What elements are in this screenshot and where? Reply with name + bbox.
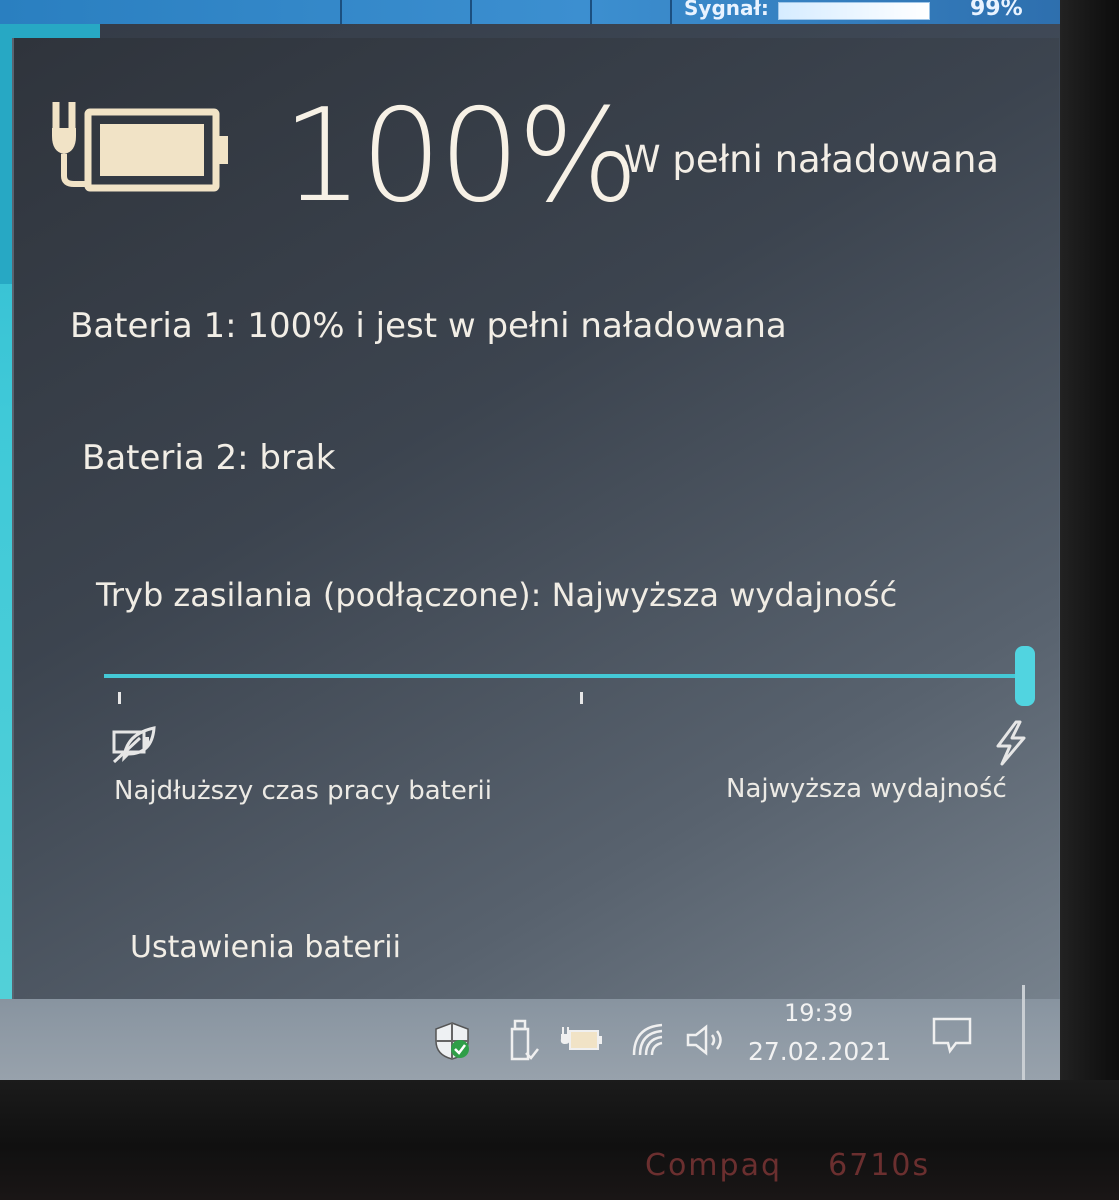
usb-drive-icon[interactable] [506,1019,540,1063]
show-desktop-divider[interactable] [1022,985,1025,1081]
window-cell [470,0,592,24]
power-mode-slider[interactable] [104,646,1039,716]
slider-track[interactable] [104,674,1026,678]
battery-flyout: 100% W pełni naładowana Bateria 1: 100% … [0,24,1062,999]
slider-tick [118,692,121,704]
monitor-bezel-bottom [0,1080,1119,1200]
clock-time[interactable]: 19:39 [784,999,853,1027]
defender-shield-icon[interactable] [432,1021,472,1061]
slider-max-label: Najwyższa wydajność [726,774,1007,804]
taskbar: 19:39 27.02.2021 [0,985,1062,1082]
background-window-strip: Sygnał: 99% [0,0,1062,24]
screen: Sygnał: 99% 100% W pełni naładowana Bate… [0,0,1062,1082]
window-cell [590,0,672,24]
action-center-icon[interactable] [930,1015,974,1055]
signal-percent: 99% [970,0,1023,21]
charge-status: W pełni naładowana [624,138,1000,181]
signal-label: Sygnał: [684,0,769,20]
battery-flyout-panel: 100% W pełni naładowana Bateria 1: 100% … [12,38,1059,999]
battery-plugged-icon [52,102,228,192]
signal-strength-bar [778,2,930,20]
monitor-brand-label: Compaq 6710s [645,1148,931,1183]
battery-settings-link[interactable]: Ustawienia baterii [130,930,401,965]
lightning-icon [996,720,1026,766]
slider-min-label: Najdłuższy czas pracy baterii [114,776,492,806]
monitor-bezel-right [1060,0,1119,1090]
battery-1-status: Bateria 1: 100% i jest w pełni naładowan… [70,306,787,346]
slider-thumb[interactable] [1015,646,1035,706]
slider-tick [580,692,583,704]
window-cell [110,0,342,24]
wifi-icon[interactable] [630,1021,666,1057]
battery-saver-leaf-icon [112,726,156,764]
clock-date[interactable]: 27.02.2021 [748,1037,891,1066]
power-mode-title: Tryb zasilania (podłączone): Najwyższa w… [96,576,898,614]
battery-icon[interactable] [560,1025,604,1055]
volume-icon[interactable] [684,1023,728,1057]
battery-percent: 100% [282,82,639,231]
battery-2-status: Bateria 2: brak [82,438,336,478]
window-cell [340,0,472,24]
